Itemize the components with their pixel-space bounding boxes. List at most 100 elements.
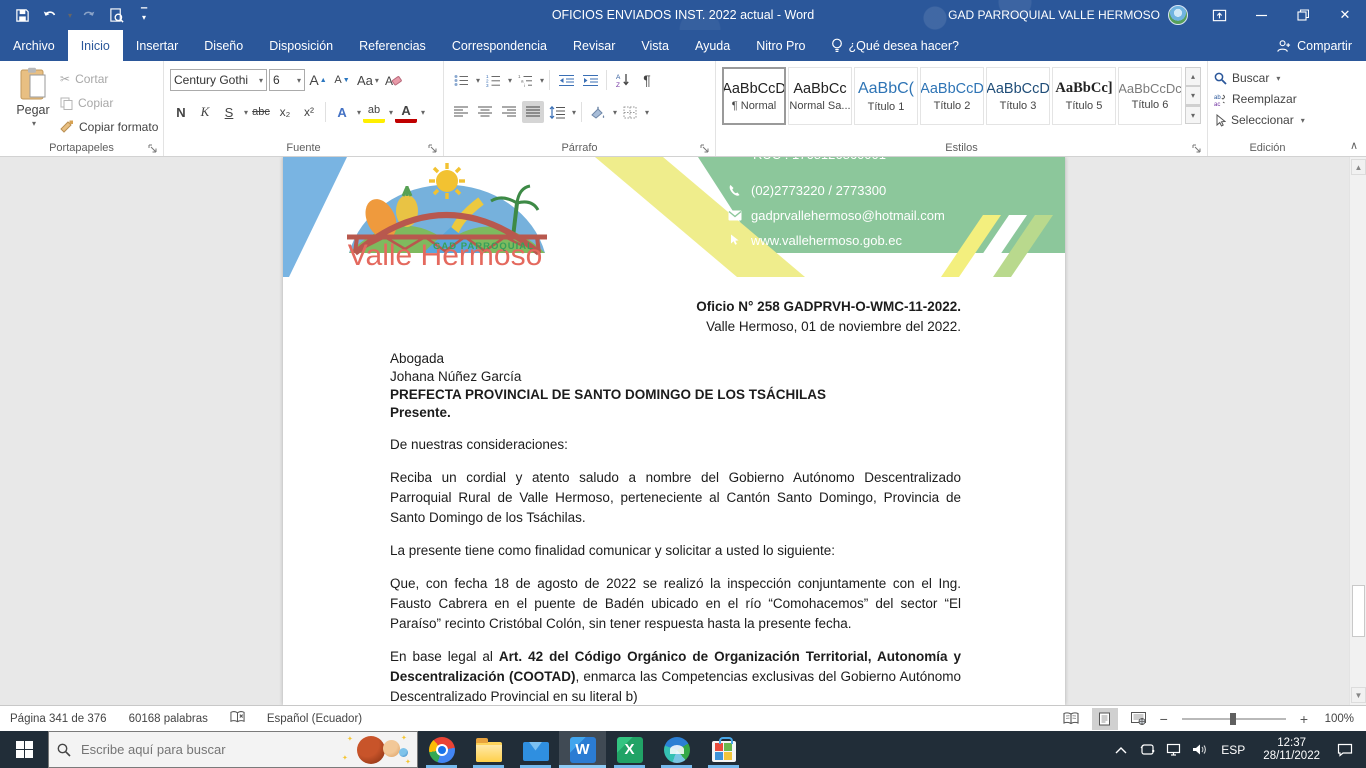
scrollbar-thumb[interactable] [1352,585,1365,637]
multilevel-list-button[interactable]: 1ai [514,69,536,91]
taskbar-chrome[interactable] [418,731,465,768]
tab-insertar[interactable]: Insertar [123,30,191,61]
justify-button[interactable] [522,101,544,123]
zoom-out-button[interactable]: − [1160,711,1168,727]
word-count[interactable]: 60168 palabras [129,713,208,725]
show-marks-button[interactable]: ¶ [636,69,658,91]
tab-vista[interactable]: Vista [628,30,682,61]
select-button[interactable]: Seleccionar▾ [1214,110,1323,130]
decrease-indent-button[interactable] [555,69,577,91]
italic-button[interactable]: K [194,101,216,123]
highlight-caret-icon[interactable]: ▾ [389,108,393,117]
print-preview-icon[interactable] [104,3,128,27]
taskbar-word[interactable]: W [559,731,606,768]
bold-button[interactable]: N [170,101,192,123]
tell-me-box[interactable]: ¿Qué desea hacer? [819,30,972,61]
style-titulo-6[interactable]: AaBbCcDc Título 6 [1118,67,1182,125]
align-left-button[interactable] [450,101,472,123]
close-button[interactable]: ✕ [1324,0,1366,30]
tab-archivo[interactable]: Archivo [0,30,68,61]
style-titulo-3[interactable]: AaBbCcD Título 3 [986,67,1050,125]
style-normal[interactable]: AaBbCcD ¶ Normal [722,67,786,125]
multilevel-caret-icon[interactable]: ▾ [540,76,544,85]
taskbar-excel[interactable]: X [606,731,653,768]
shrink-font-button[interactable]: A▼ [331,69,353,91]
action-center-icon[interactable] [1330,731,1360,768]
estilos-dialog-launcher-icon[interactable] [1192,141,1204,153]
style-normal-sa[interactable]: AaBbCc Normal Sa... [788,67,852,125]
style-titulo-2[interactable]: AaBbCcD Título 2 [920,67,984,125]
fuente-dialog-launcher-icon[interactable] [428,141,440,153]
read-mode-button[interactable] [1058,708,1084,730]
tab-disposicion[interactable]: Disposición [256,30,346,61]
restore-button[interactable] [1282,0,1324,30]
increase-indent-button[interactable] [579,69,601,91]
styles-scroll-up-icon[interactable]: ▴ [1185,67,1201,86]
styles-more-icon[interactable]: ▾ [1185,105,1201,124]
web-layout-button[interactable] [1126,708,1152,730]
taskbar-file-explorer[interactable] [465,731,512,768]
save-icon[interactable] [10,3,34,27]
scroll-down-icon[interactable]: ▼ [1351,687,1366,703]
tray-display-icon[interactable] [1135,731,1159,768]
undo-caret-icon[interactable]: ▾ [68,11,72,20]
superscript-button[interactable]: x² [298,101,320,123]
sort-button[interactable]: AZ [612,69,634,91]
undo-button[interactable] [38,3,62,27]
replace-button[interactable]: abac Reemplazar [1214,89,1323,109]
strikethrough-button[interactable]: abc [250,101,272,123]
taskbar-mail[interactable] [512,731,559,768]
style-titulo-5[interactable]: AaBbCc] Título 5 [1052,67,1116,125]
borders-caret-icon[interactable]: ▾ [645,108,649,117]
font-name-combo[interactable]: Century Gothi ▾ [170,69,267,91]
volume-icon[interactable] [1187,731,1211,768]
print-layout-button[interactable] [1092,708,1118,730]
proofing-icon[interactable] [230,710,245,727]
zoom-in-button[interactable]: + [1300,711,1308,727]
underline-button[interactable]: S [218,101,240,123]
tab-revisar[interactable]: Revisar [560,30,628,61]
align-right-button[interactable] [498,101,520,123]
style-titulo-1[interactable]: AaBbC( Título 1 [854,67,918,125]
search-input[interactable] [81,742,311,757]
parrafo-dialog-launcher-icon[interactable] [700,141,712,153]
customize-qat-icon[interactable]: ▔▾ [132,3,156,27]
account-name[interactable]: GAD PARROQUIAL VALLE HERMOSO [948,8,1160,22]
scroll-up-icon[interactable]: ▲ [1351,159,1366,175]
language-indicator[interactable]: Español (Ecuador) [267,713,362,725]
tab-diseno[interactable]: Diseño [191,30,256,61]
line-spacing-button[interactable] [546,101,568,123]
styles-scroll-down-icon[interactable]: ▾ [1185,86,1201,105]
taskbar-search[interactable]: ✦ ✦ ✦ ✦ [48,731,418,768]
highlight-button[interactable]: ab [363,101,385,123]
document-page[interactable]: Valle Hermoso GAD PARROQUIAL RUC : 17681… [283,157,1065,705]
align-center-button[interactable] [474,101,496,123]
tab-inicio[interactable]: Inicio [68,30,123,61]
portapapeles-dialog-launcher-icon[interactable] [148,141,160,153]
bullet-caret-icon[interactable]: ▾ [476,76,480,85]
account-avatar[interactable] [1168,5,1188,25]
input-language[interactable]: ESP [1213,743,1253,757]
font-size-combo[interactable]: 6 ▾ [269,69,305,91]
collapse-ribbon-icon[interactable]: ∧ [1350,139,1358,152]
zoom-slider-thumb[interactable] [1230,713,1236,725]
tab-referencias[interactable]: Referencias [346,30,439,61]
clock[interactable]: 12:37 28/11/2022 [1255,737,1328,763]
format-painter-button[interactable]: Copiar formato [60,117,158,137]
letter-body[interactable]: Oficio N° 258 GADPRVH-O-WMC-11-2022. Val… [283,277,1065,705]
zoom-slider[interactable] [1182,718,1286,720]
font-color-caret-icon[interactable]: ▾ [421,108,425,117]
tab-correspondencia[interactable]: Correspondencia [439,30,560,61]
shading-button[interactable] [587,101,609,123]
tab-nitro-pro[interactable]: Nitro Pro [743,30,818,61]
numbered-caret-icon[interactable]: ▾ [508,76,512,85]
text-effects-caret-icon[interactable]: ▾ [357,108,361,117]
share-button[interactable]: Compartir [1262,30,1366,61]
numbered-list-button[interactable]: 123 [482,69,504,91]
find-button[interactable]: Buscar▾ [1214,68,1323,88]
minimize-button[interactable] [1240,0,1282,30]
paste-button[interactable]: Pegar ▾ [6,67,60,139]
taskbar-edge[interactable] [653,731,700,768]
line-spacing-caret-icon[interactable]: ▾ [572,108,576,117]
font-color-button[interactable]: A [395,101,417,123]
